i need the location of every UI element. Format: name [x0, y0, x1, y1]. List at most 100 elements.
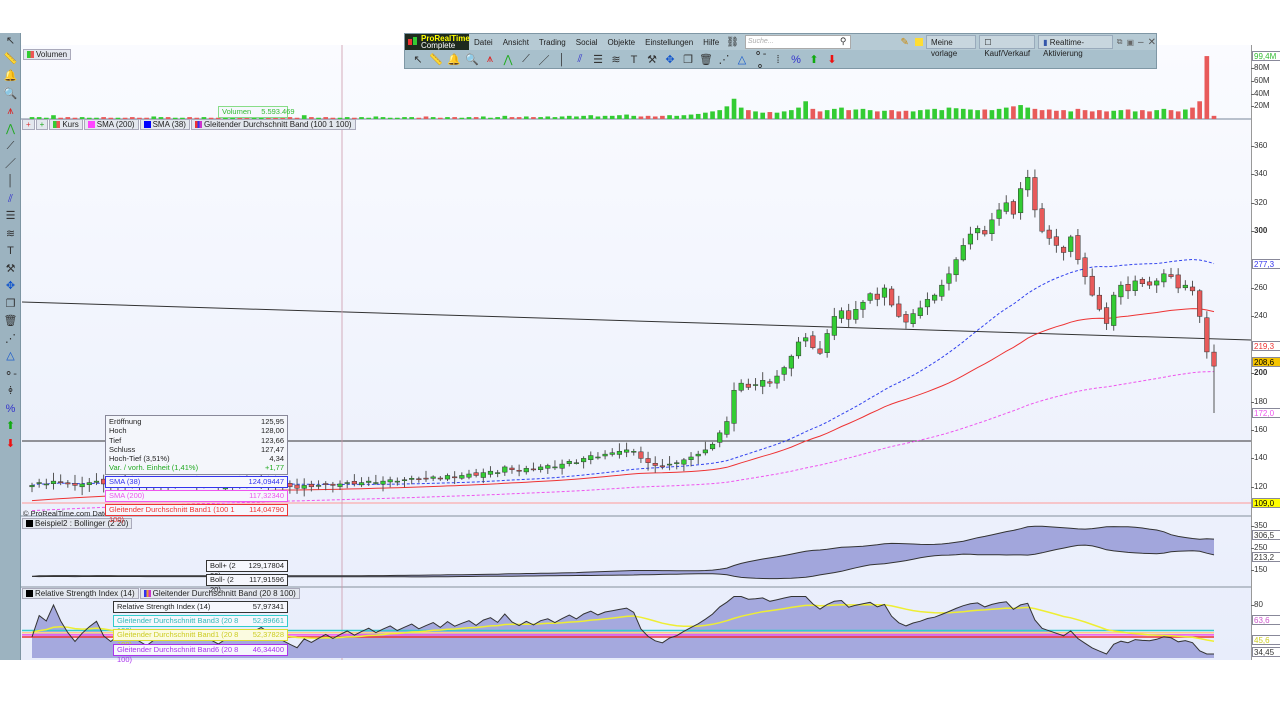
volume-bar: [409, 117, 415, 119]
minimize-icon[interactable]: –: [1138, 37, 1144, 48]
vertical-link-icon[interactable]: ⁞: [769, 54, 787, 66]
candle-body: [487, 470, 494, 475]
line-icon[interactable]: ／: [535, 52, 553, 68]
zoom-icon[interactable]: 🔍: [463, 53, 481, 66]
trash-icon[interactable]: 🗑: [0, 313, 21, 331]
price-chart[interactable]: [0, 0, 1251, 660]
add-indicator-button[interactable]: +: [35, 119, 49, 130]
menu-trading[interactable]: Trading: [534, 38, 571, 47]
channel-icon[interactable]: ≋: [607, 53, 625, 66]
pitchfork-icon[interactable]: ⫽: [571, 53, 589, 66]
copy-icon[interactable]: ❐: [679, 53, 697, 66]
arrow-up-icon[interactable]: ⬆: [805, 53, 823, 66]
triangle-icon[interactable]: △: [0, 348, 21, 366]
vertical-link-icon[interactable]: ⁞: [0, 383, 21, 401]
volume-bar: [459, 117, 465, 119]
legend-kurs[interactable]: Kurs: [49, 119, 83, 130]
segment-icon[interactable]: ⟋: [0, 138, 21, 156]
pitchfork-icon[interactable]: ⫽: [0, 191, 21, 209]
menu-objekte[interactable]: Objekte: [603, 38, 641, 47]
ruler-icon[interactable]: 📏: [0, 51, 21, 69]
detach-icon[interactable]: ⧉: [1117, 37, 1123, 47]
search-input[interactable]: Suche... ⚲: [744, 35, 851, 49]
trash-icon[interactable]: 🗑: [697, 53, 715, 66]
flag-icon[interactable]: [914, 38, 923, 46]
price-axis-tick: 180: [1250, 396, 1268, 406]
copy-icon[interactable]: ❐: [0, 296, 21, 314]
horizontal-line-icon[interactable]: ☰: [0, 208, 21, 226]
search-icon[interactable]: ⚲: [840, 36, 847, 47]
alert-bell-icon[interactable]: 🔔: [445, 53, 463, 66]
text-icon[interactable]: T: [625, 54, 643, 66]
close-icon[interactable]: ✕: [1148, 37, 1156, 48]
candle-body: [93, 480, 100, 483]
fibonacci-icon[interactable]: ⩚: [0, 103, 21, 121]
regression-icon[interactable]: ⋰: [0, 331, 21, 349]
candle: [1118, 281, 1124, 305]
volume-bar: [975, 110, 980, 119]
link-icon[interactable]: ⛓: [726, 37, 739, 48]
regression-icon[interactable]: ⋰: [715, 53, 733, 66]
triangle-icon[interactable]: △: [733, 53, 751, 66]
price-axis-tick: 200: [1250, 368, 1268, 378]
tools-icon[interactable]: ⚒: [643, 53, 661, 66]
move-icon[interactable]: ✥: [661, 53, 679, 66]
alert-bell-icon[interactable]: 🔔: [0, 68, 21, 86]
vertical-line-icon[interactable]: │: [0, 173, 21, 191]
candle-body: [416, 478, 422, 480]
trend-icon[interactable]: ⋀: [499, 53, 517, 66]
candle-body: [1075, 235, 1081, 260]
menu-social[interactable]: Social: [571, 38, 603, 47]
candle: [738, 379, 744, 393]
buy-sell-button[interactable]: ☐ Kauf/Verkauf: [979, 35, 1036, 58]
candle-body: [717, 432, 723, 443]
menu-datei[interactable]: Datei: [469, 38, 498, 47]
zoom-icon[interactable]: 🔍: [0, 86, 21, 104]
realtime-activation-button[interactable]: ▮ Realtime-Aktivierung: [1038, 35, 1113, 58]
legend-sma38[interactable]: SMA (38): [139, 119, 190, 130]
horizontal-line-icon[interactable]: ☰: [589, 53, 607, 66]
percent-icon[interactable]: %: [787, 54, 805, 66]
volume-bar: [473, 117, 479, 119]
pencil-icon[interactable]: ✎: [901, 37, 909, 48]
pointer-icon[interactable]: ↖: [0, 33, 21, 51]
trend-icon[interactable]: ⋀: [0, 121, 21, 139]
arrow-down-icon[interactable]: ⬇: [0, 436, 21, 454]
horizontal-link-icon[interactable]: ⚬-⚬: [751, 47, 769, 73]
candle: [29, 482, 35, 493]
legend-rsi[interactable]: Relative Strength Index (14): [22, 588, 139, 599]
volume-bar: [717, 110, 723, 119]
segment-icon[interactable]: ⟋: [517, 53, 535, 66]
text-icon[interactable]: T: [0, 243, 21, 261]
pin-icon[interactable]: ▣: [1126, 38, 1134, 47]
candle: [573, 459, 580, 465]
menu-ansicht[interactable]: Ansicht: [498, 38, 534, 47]
legend-volume[interactable]: Volumen: [23, 49, 72, 60]
candle-body: [1189, 286, 1196, 292]
horizontal-link-icon[interactable]: ⚬-⚬: [0, 366, 21, 397]
tools-icon[interactable]: ⚒: [0, 261, 21, 279]
arrow-down-icon[interactable]: ⬇: [823, 53, 841, 66]
volume-value-tooltip: Volumen 5.593.469: [218, 106, 295, 118]
price-axis[interactable]: 80M 60M 40M 20M 360 340 320 300 260 240 200 180 160 1…: [1250, 45, 1280, 660]
legend-sma200[interactable]: SMA (200): [83, 119, 139, 130]
candle-body: [566, 460, 572, 464]
legend-band[interactable]: Gleitender Durchschnitt Band (100 1 100): [190, 119, 356, 130]
candle-body: [581, 458, 587, 463]
percent-icon[interactable]: %: [0, 401, 21, 419]
move-icon[interactable]: ✥: [0, 278, 21, 296]
remove-indicator-button[interactable]: +: [22, 119, 35, 130]
fibonacci-icon[interactable]: ⩚: [481, 53, 499, 66]
vertical-line-icon[interactable]: │: [553, 54, 571, 66]
ruler-icon[interactable]: 📏: [427, 53, 445, 66]
pointer-icon[interactable]: ↖: [409, 53, 427, 66]
menu-hilfe[interactable]: Hilfe: [698, 38, 724, 47]
channel-icon[interactable]: ≋: [0, 226, 21, 244]
template-button[interactable]: Meine vorlage: [925, 35, 977, 58]
menu-einstellungen[interactable]: Einstellungen: [640, 38, 698, 47]
candle-body: [323, 483, 329, 485]
line-icon[interactable]: ／: [0, 156, 21, 174]
arrow-up-icon[interactable]: ⬆: [0, 418, 21, 436]
volume-bar: [516, 117, 522, 119]
candle: [953, 257, 959, 282]
